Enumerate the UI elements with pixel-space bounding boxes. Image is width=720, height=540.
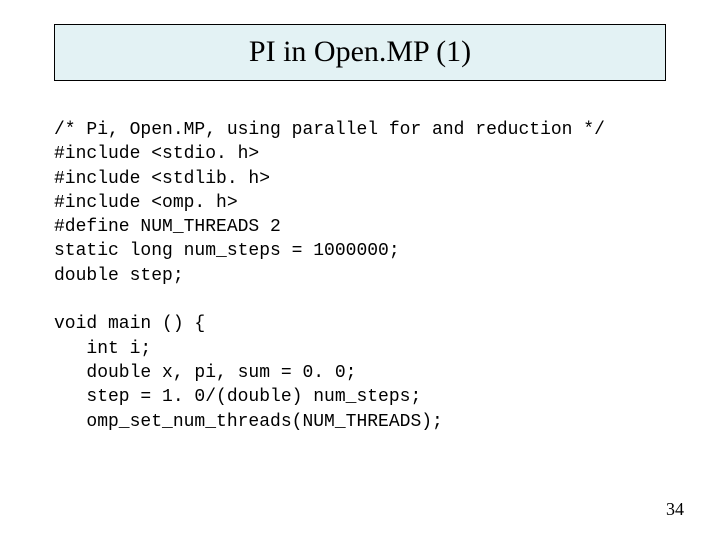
title-box: PI in Open.MP (1) [54, 24, 666, 81]
page-number: 34 [666, 499, 684, 520]
code-listing: /* Pi, Open.MP, using parallel for and r… [54, 118, 666, 434]
slide: PI in Open.MP (1) /* Pi, Open.MP, using … [0, 0, 720, 540]
slide-title: PI in Open.MP (1) [249, 35, 471, 68]
